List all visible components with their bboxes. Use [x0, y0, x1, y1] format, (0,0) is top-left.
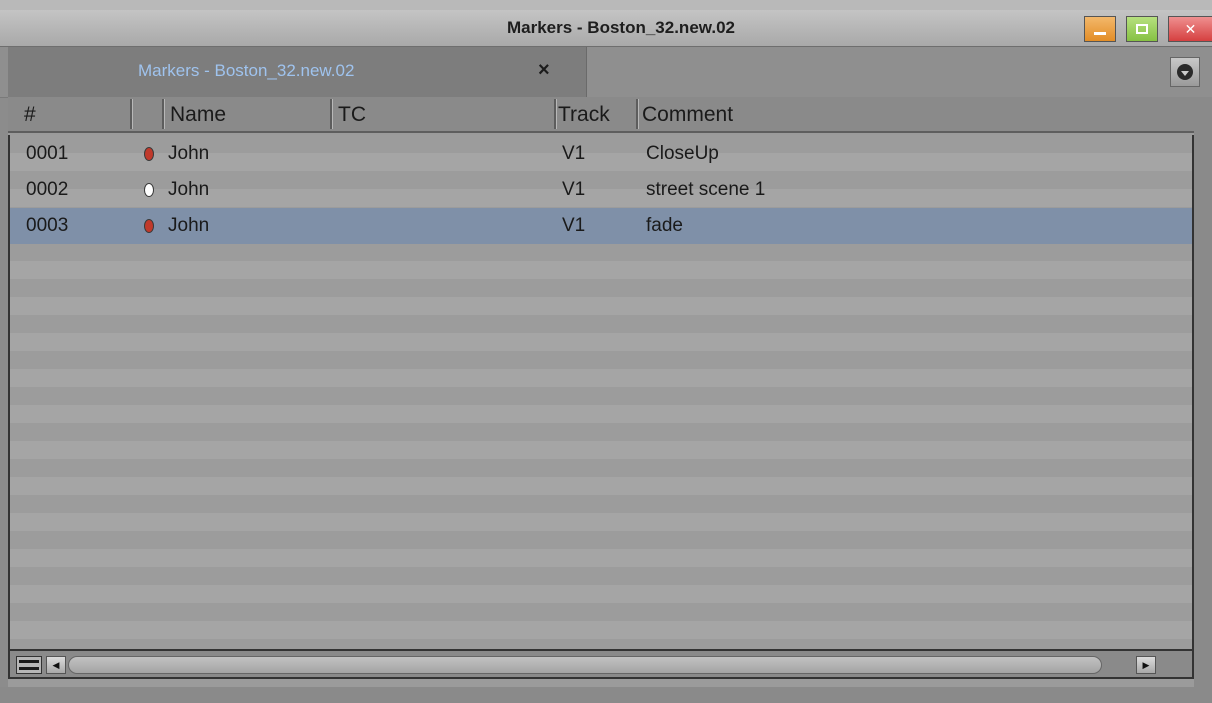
column-header-number[interactable]: # — [24, 101, 36, 129]
scroll-left-button[interactable]: ◀ — [46, 656, 66, 674]
marker-track: V1 — [562, 215, 586, 236]
marker-comment: fade — [646, 215, 683, 236]
tab-close-icon[interactable]: × — [538, 59, 550, 82]
marker-name: John — [168, 215, 210, 236]
markers-panel: # Name TC Track Comment 0001 John V1 Clo… — [8, 97, 1194, 687]
scrollbar-thumb[interactable] — [68, 656, 1102, 674]
maximize-icon — [1136, 24, 1148, 34]
marker-number: 0001 — [26, 143, 69, 164]
marker-name: John — [168, 143, 210, 164]
markers-list[interactable]: 0001 John V1 CloseUp 0002 John V1 street… — [8, 135, 1194, 649]
marker-color-icon — [144, 183, 154, 197]
arrow-left-icon: ◀ — [52, 659, 60, 670]
column-header-name[interactable]: Name — [170, 101, 226, 129]
tab-bar: Markers - Boston_32.new.02 × — [0, 47, 1212, 98]
minimize-icon — [1094, 31, 1106, 35]
dropdown-icon — [1177, 64, 1193, 80]
column-divider[interactable] — [636, 99, 639, 129]
tab-markers[interactable]: Markers - Boston_32.new.02 × — [8, 47, 587, 97]
horizontal-scrollbar[interactable]: ◀ ▶ — [8, 649, 1194, 679]
resize-grip-icon[interactable] — [16, 656, 42, 674]
bottom-bar — [0, 687, 1212, 703]
marker-track: V1 — [562, 179, 586, 200]
marker-comment: street scene 1 — [646, 179, 766, 200]
column-header-track[interactable]: Track — [558, 101, 610, 129]
column-divider[interactable] — [330, 99, 333, 129]
table-row[interactable]: 0001 John V1 CloseUp — [10, 136, 1192, 172]
marker-track: V1 — [562, 143, 586, 164]
column-header-comment[interactable]: Comment — [642, 101, 733, 129]
window-titlebar[interactable]: Markers - Boston_32.new.02 ✕ — [0, 10, 1212, 47]
minimize-button[interactable] — [1084, 16, 1116, 42]
column-divider[interactable] — [554, 99, 557, 129]
table-header: # Name TC Track Comment — [8, 97, 1194, 133]
close-icon: ✕ — [1184, 20, 1197, 37]
marker-number: 0002 — [26, 179, 69, 200]
column-divider[interactable] — [130, 99, 133, 129]
marker-comment: CloseUp — [646, 143, 719, 164]
right-gutter — [1194, 97, 1212, 687]
tab-menu-button[interactable] — [1170, 57, 1200, 87]
marker-name: John — [168, 179, 210, 200]
arrow-right-icon: ▶ — [1142, 659, 1150, 670]
table-row[interactable]: 0002 John V1 street scene 1 — [10, 172, 1192, 208]
marker-color-icon — [144, 219, 154, 233]
window-title: Markers - Boston_32.new.02 — [506, 18, 735, 37]
table-row-selected[interactable]: 0003 John V1 fade — [10, 208, 1192, 244]
marker-number: 0003 — [26, 215, 69, 236]
maximize-button[interactable] — [1126, 16, 1158, 42]
column-divider[interactable] — [162, 99, 165, 129]
close-button[interactable]: ✕ — [1168, 16, 1212, 42]
column-header-tc[interactable]: TC — [338, 101, 366, 129]
tab-label: Markers - Boston_32.new.02 — [138, 61, 355, 80]
scroll-right-button[interactable]: ▶ — [1136, 656, 1156, 674]
marker-color-icon — [144, 147, 154, 161]
